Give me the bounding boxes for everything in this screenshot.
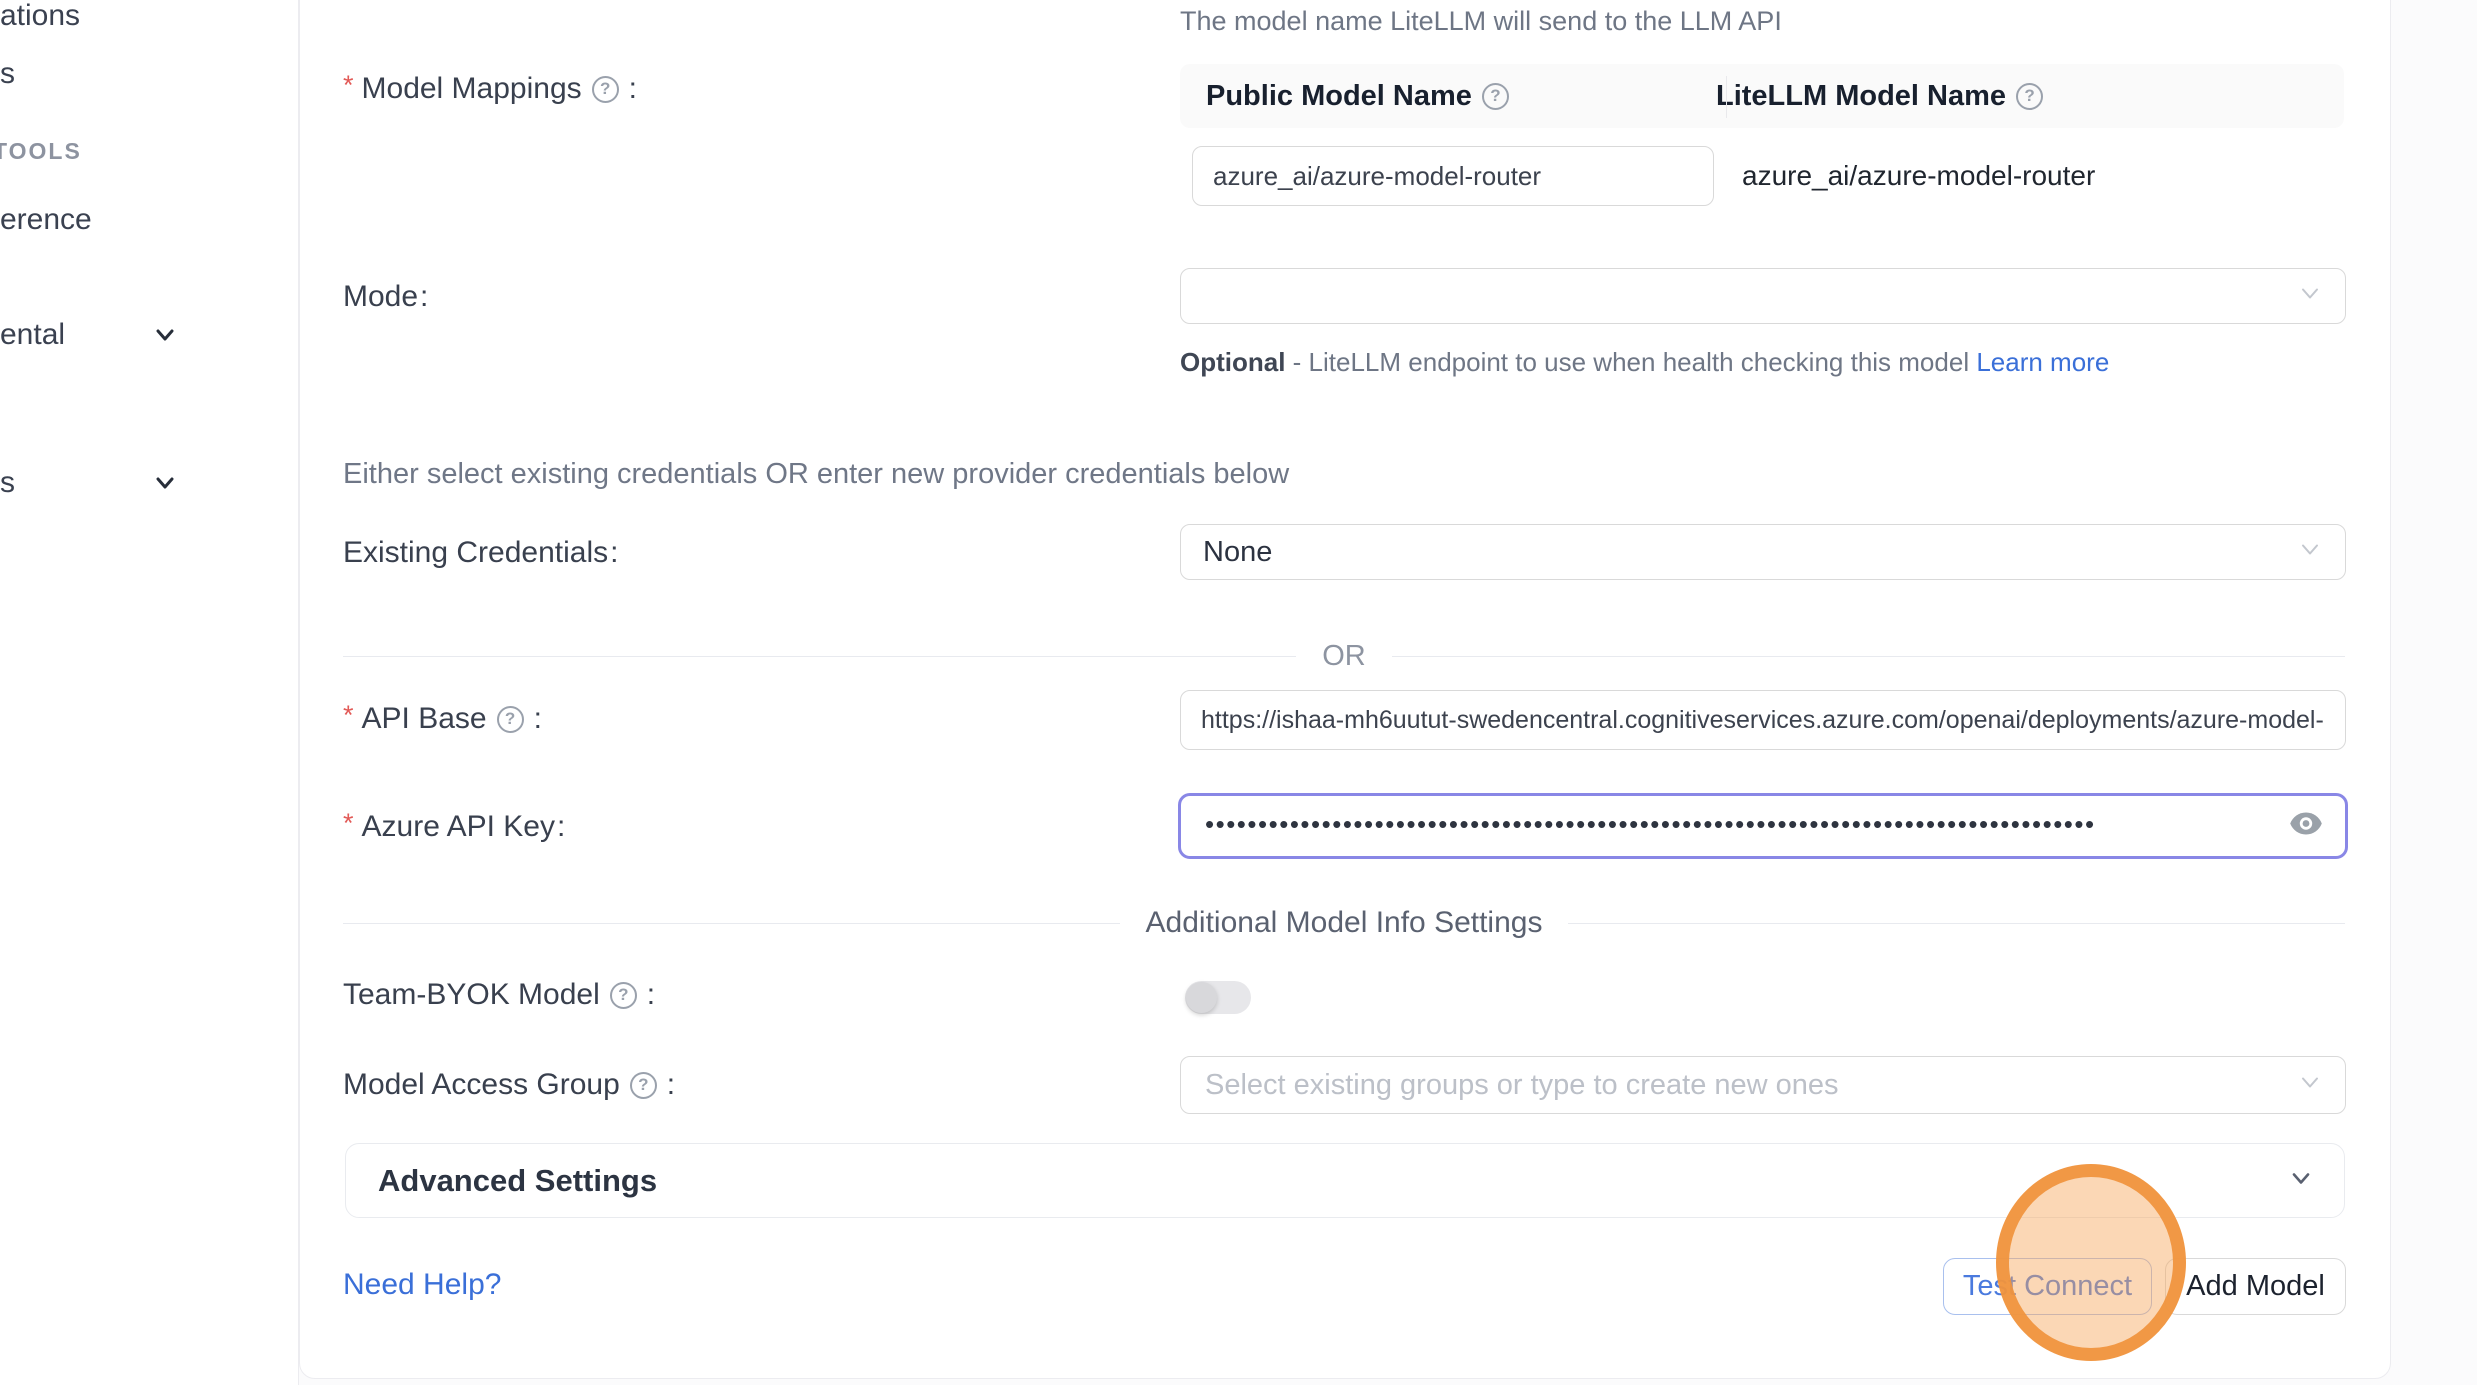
- required-mark: *: [343, 808, 354, 839]
- label-text: Existing Credentials: [343, 536, 608, 570]
- help-question-icon[interactable]: ?: [592, 76, 619, 103]
- sidebar-item-ental[interactable]: ental: [0, 316, 65, 354]
- chevron-down-icon: [2297, 281, 2323, 312]
- help-bold: Optional: [1180, 347, 1285, 377]
- help-question-icon[interactable]: ?: [610, 982, 637, 1009]
- additional-settings-divider: Additional Model Info Settings: [343, 906, 2345, 940]
- masked-key-value: ••••••••••••••••••••••••••••••••••••••••…: [1181, 809, 2241, 840]
- required-mark: *: [343, 700, 354, 731]
- divider-line: [343, 656, 1296, 657]
- azure-api-key-label: * Azure API Key :: [343, 810, 565, 844]
- need-help-link[interactable]: Need Help?: [343, 1268, 501, 1302]
- sidebar-item-label: ental: [0, 318, 65, 352]
- help-question-icon[interactable]: ?: [1482, 83, 1509, 110]
- label-text: Team-BYOK Model: [343, 978, 600, 1012]
- label-text: Model Mappings: [362, 72, 582, 106]
- help-body: - LiteLLM endpoint to use when health ch…: [1293, 347, 1969, 377]
- colon: :: [667, 1068, 675, 1102]
- sidebar-item-label: erence: [0, 203, 92, 237]
- mode-select[interactable]: [1180, 268, 2346, 324]
- team-byok-toggle[interactable]: [1185, 981, 1251, 1014]
- advanced-settings-title: Advanced Settings: [346, 1163, 657, 1199]
- colon: :: [557, 810, 565, 844]
- toggle-knob: [1186, 982, 1217, 1013]
- sidebar-item-label: s: [0, 466, 15, 500]
- mode-help-text: Optional - LiteLLM endpoint to use when …: [1180, 342, 2160, 382]
- eye-icon[interactable]: [2289, 811, 2323, 842]
- label-text: Mode: [343, 280, 418, 314]
- divider-line: [1392, 656, 2345, 657]
- help-question-icon[interactable]: ?: [630, 1072, 657, 1099]
- model-access-group-select[interactable]: Select existing groups or type to create…: [1180, 1056, 2346, 1114]
- sidebar-section-tools: TOOLS: [0, 136, 82, 166]
- select-value: None: [1181, 536, 1272, 569]
- model-mappings-label: * Model Mappings ? :: [343, 72, 637, 106]
- sidebar: ations s TOOLS erence ental s: [0, 0, 299, 1385]
- divider-line: [1568, 923, 2345, 924]
- divider-line: [343, 923, 1120, 924]
- existing-credentials-label: Existing Credentials :: [343, 536, 618, 570]
- select-placeholder: Select existing groups or type to create…: [1181, 1069, 1839, 1102]
- litellm-model-name-header: LiteLLM Model Name ?: [1700, 80, 2051, 113]
- advanced-settings-panel[interactable]: Advanced Settings: [345, 1143, 2345, 1218]
- mode-label: Mode :: [343, 280, 428, 314]
- sidebar-item-ations[interactable]: ations: [0, 0, 80, 35]
- or-divider: OR: [343, 640, 2345, 673]
- label-text: Model Access Group: [343, 1068, 620, 1102]
- colon: :: [610, 536, 618, 570]
- sidebar-item-label: ations: [0, 0, 80, 33]
- credentials-note: Either select existing credentials OR en…: [343, 458, 1289, 491]
- litellm-model-name-value: azure_ai/azure-model-router: [1742, 160, 2095, 192]
- table-column-divider: [1726, 76, 1727, 118]
- public-model-name-header: Public Model Name ?: [1180, 80, 1700, 113]
- sidebar-item-s2[interactable]: s: [0, 464, 15, 502]
- add-model-button[interactable]: Add Model: [2165, 1258, 2346, 1315]
- colon: :: [420, 280, 428, 314]
- sidebar-item-label: s: [0, 57, 15, 91]
- chevron-down-icon[interactable]: [2286, 1163, 2316, 1198]
- required-mark: *: [343, 70, 354, 101]
- existing-credentials-select[interactable]: None: [1180, 524, 2346, 580]
- model-name-help-text: The model name LiteLLM will send to the …: [1180, 6, 1782, 37]
- model-mappings-table-header: Public Model Name ? LiteLLM Model Name ?: [1180, 64, 2344, 128]
- help-question-icon[interactable]: ?: [2016, 83, 2043, 110]
- divider-text: OR: [1296, 640, 1392, 673]
- header-text: LiteLLM Model Name: [1716, 80, 2006, 113]
- sidebar-item-s1[interactable]: s: [0, 55, 15, 93]
- chevron-down-icon: [2297, 537, 2323, 568]
- help-question-icon[interactable]: ?: [497, 706, 524, 733]
- learn-more-link[interactable]: Learn more: [1976, 347, 2109, 377]
- label-text: API Base: [362, 702, 487, 736]
- api-base-input[interactable]: [1180, 690, 2346, 750]
- colon: :: [647, 978, 655, 1012]
- divider-text: Additional Model Info Settings: [1120, 906, 1569, 940]
- sidebar-item-erence[interactable]: erence: [0, 201, 92, 239]
- label-text: Azure API Key: [362, 810, 555, 844]
- sidebar-section-label: TOOLS: [0, 138, 82, 165]
- chevron-down-icon: [150, 468, 180, 506]
- chevron-down-icon: [2297, 1070, 2323, 1101]
- colon: :: [534, 702, 542, 736]
- team-byok-label: Team-BYOK Model ? :: [343, 978, 655, 1012]
- azure-api-key-input[interactable]: ••••••••••••••••••••••••••••••••••••••••…: [1178, 793, 2348, 859]
- header-text: Public Model Name: [1206, 80, 1472, 113]
- model-access-group-label: Model Access Group ? :: [343, 1068, 675, 1102]
- test-connect-button[interactable]: Test Connect: [1943, 1258, 2152, 1315]
- public-model-name-input[interactable]: [1192, 146, 1714, 206]
- colon: :: [629, 72, 637, 106]
- chevron-down-icon: [150, 320, 180, 358]
- api-base-label: * API Base ? :: [343, 702, 542, 736]
